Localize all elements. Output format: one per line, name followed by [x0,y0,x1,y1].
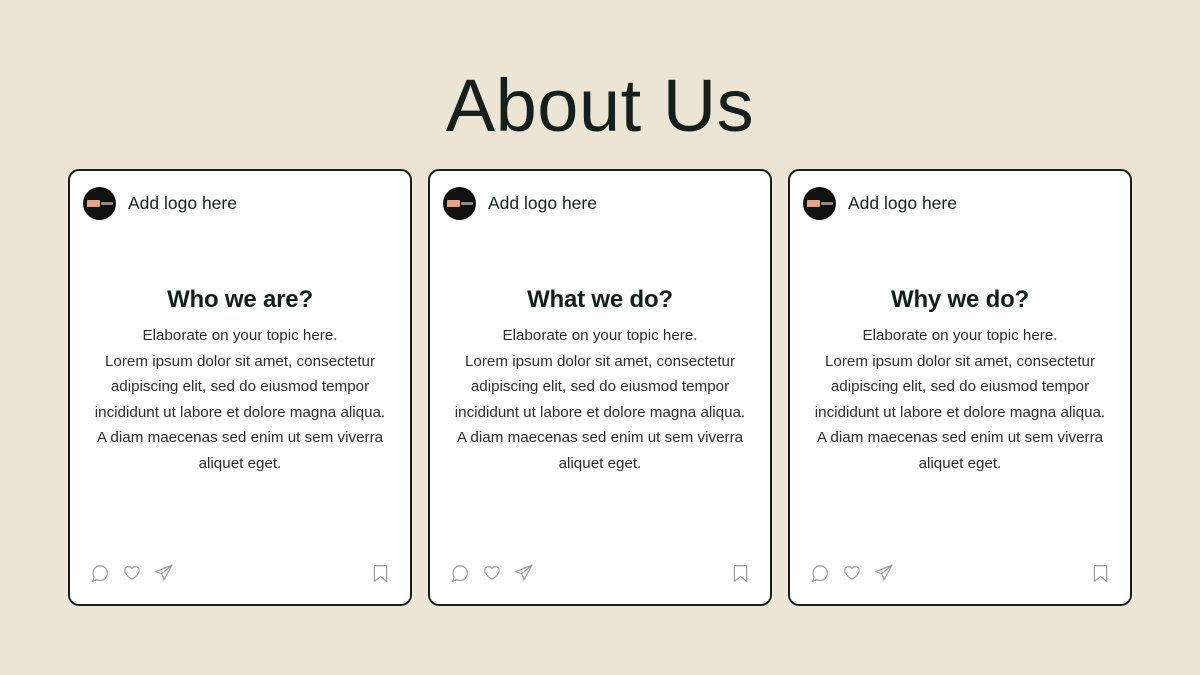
footer-action-group [808,562,895,585]
comment-icon[interactable] [808,562,831,585]
cards-row: Add logo here Who we are? Elaborate on y… [68,169,1132,606]
comment-icon[interactable] [88,562,111,585]
heart-icon[interactable] [120,562,143,585]
bookmark-icon[interactable] [729,562,752,585]
heart-icon[interactable] [840,562,863,585]
card-heading: Who we are? [167,286,313,313]
send-icon[interactable] [872,562,895,585]
card-why-we-do[interactable]: Add logo here Why we do? Elaborate on yo… [788,169,1132,606]
card-what-we-do[interactable]: Add logo here What we do? Elaborate on y… [428,169,772,606]
bookmark-icon[interactable] [369,562,392,585]
card-footer [430,552,770,604]
footer-action-group [88,562,175,585]
send-icon[interactable] [512,562,535,585]
avatar [443,186,476,220]
card-lead: Elaborate on your topic here. [142,327,338,344]
footer-action-group [448,562,535,585]
send-icon[interactable] [152,562,175,585]
avatar [83,186,116,220]
avatar-accent-bar [87,199,100,207]
card-lead: Elaborate on your topic here. [502,327,698,344]
avatar-accent-bar [807,199,820,207]
card-body-text: Lorem ipsum dolor sit amet, consectetur … [454,352,746,472]
card-footer [790,552,1130,604]
bookmark-icon[interactable] [1089,562,1112,585]
card-body: What we do? Elaborate on your topic here… [430,209,770,552]
card-body: Why we do? Elaborate on your topic here.… [790,209,1130,552]
slide-canvas: About Us Add logo here Who we are? Elabo… [0,0,1200,675]
avatar-accent-bar [447,199,460,207]
card-lead: Elaborate on your topic here. [862,327,1058,344]
card-heading: Why we do? [891,286,1029,313]
avatar-text-line [461,201,473,205]
card-heading: What we do? [527,286,673,313]
avatar-text-line [821,201,833,205]
page-title: About Us [445,64,755,147]
card-body-text: Lorem ipsum dolor sit amet, consectetur … [814,352,1106,472]
avatar [803,186,836,220]
card-who-we-are[interactable]: Add logo here Who we are? Elaborate on y… [68,169,412,606]
card-body: Who we are? Elaborate on your topic here… [70,209,410,552]
card-footer [70,552,410,604]
heart-icon[interactable] [480,562,503,585]
avatar-text-line [101,201,113,205]
card-body-text: Lorem ipsum dolor sit amet, consectetur … [94,352,386,472]
comment-icon[interactable] [448,562,471,585]
